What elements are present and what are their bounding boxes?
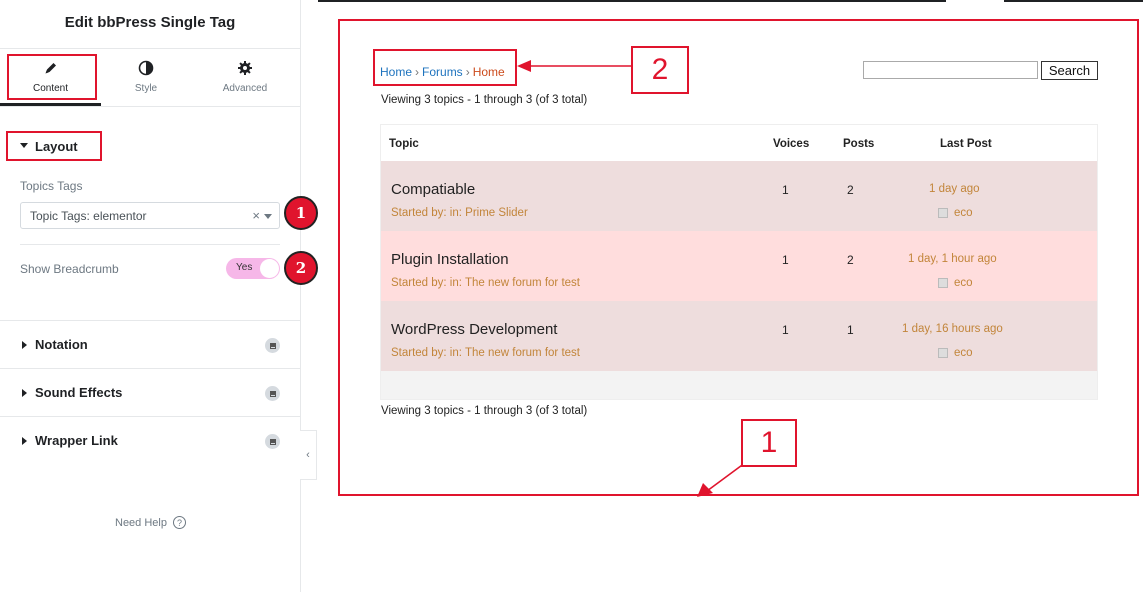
topic-posts: 2 xyxy=(847,253,854,267)
pagination-count-top: Viewing 3 topics - 1 through 3 (of 3 tot… xyxy=(381,94,588,106)
breadcrumb: Home › Forums › Home xyxy=(380,65,505,79)
toggle-knob xyxy=(260,259,279,278)
table-row: Compatiable Started by: in: Prime Slider… xyxy=(381,161,1097,231)
tab-advanced[interactable]: Advanced xyxy=(191,50,299,104)
editor-window: Edit bbPress Single Tag Content Style Ad… xyxy=(0,0,1143,592)
preview-area: Home › Forums › Home 2 Search Viewing 3 topi… xyxy=(318,0,1143,592)
topics-table: Topic Voices Posts Last Post Compatiable… xyxy=(380,124,1098,400)
top-border xyxy=(318,0,946,2)
pro-lock-icon xyxy=(265,338,280,353)
caret-right-icon xyxy=(22,341,27,349)
layout-section-header[interactable]: Layout xyxy=(6,131,102,161)
show-breadcrumb-label: Show Breadcrumb xyxy=(20,262,119,276)
col-posts: Posts xyxy=(843,138,875,150)
panel-title: Edit bbPress Single Tag xyxy=(64,14,236,31)
topic-title[interactable]: Compatiable xyxy=(391,181,475,198)
topic-author-name: eco xyxy=(954,207,973,219)
topic-last-post[interactable]: 1 day ago xyxy=(929,183,980,195)
contrast-icon xyxy=(101,60,191,78)
search-button[interactable]: Search xyxy=(1041,61,1098,80)
topic-meta: Started by: in: The new forum for test xyxy=(391,277,580,289)
section-wrapper-link[interactable]: Wrapper Link xyxy=(0,416,300,464)
collapse-panel-button[interactable]: ‹ xyxy=(300,430,317,480)
topics-table-header: Topic Voices Posts Last Post xyxy=(381,125,1097,161)
avatar xyxy=(938,348,948,358)
table-row: Plugin Installation Started by: in: The … xyxy=(381,231,1097,301)
gear-icon xyxy=(191,60,299,78)
breadcrumb-home[interactable]: Home xyxy=(380,65,412,79)
topic-voices: 1 xyxy=(782,183,789,197)
breadcrumb-forums[interactable]: Forums xyxy=(422,65,463,79)
table-row: WordPress Development Started by: in: Th… xyxy=(381,301,1097,371)
topic-author[interactable]: eco xyxy=(938,347,973,359)
topics-tags-label: Topics Tags xyxy=(20,179,83,193)
topic-author-name: eco xyxy=(954,277,973,289)
breadcrumb-current: Home xyxy=(472,65,505,79)
section-sound-effects[interactable]: Sound Effects xyxy=(0,368,300,416)
question-icon: ? xyxy=(172,516,186,529)
topic-title[interactable]: WordPress Development xyxy=(391,321,557,338)
tab-style[interactable]: Style xyxy=(101,50,191,104)
divider xyxy=(0,106,300,107)
topic-meta: Started by: in: Prime Slider xyxy=(391,207,528,219)
content-tab-highlight xyxy=(7,54,97,100)
annotation-badge-2: 2 xyxy=(284,251,318,285)
annotation-callout-2: 2 xyxy=(631,46,689,94)
topic-posts: 2 xyxy=(847,183,854,197)
divider xyxy=(20,244,280,245)
need-help-link[interactable]: Need Help ? xyxy=(115,516,186,529)
pro-lock-icon xyxy=(265,386,280,401)
caret-right-icon xyxy=(22,437,27,445)
avatar xyxy=(938,278,948,288)
col-topic: Topic xyxy=(389,138,419,150)
breadcrumb-separator: › xyxy=(465,65,470,79)
caret-down-icon xyxy=(20,143,28,148)
topic-voices: 1 xyxy=(782,323,789,337)
chevron-down-icon[interactable] xyxy=(264,214,272,219)
section-notation[interactable]: Notation xyxy=(0,320,300,368)
show-breadcrumb-toggle[interactable]: Yes xyxy=(226,258,280,279)
annotation-callout-1: 1 xyxy=(741,419,797,467)
topic-author-name: eco xyxy=(954,347,973,359)
pagination-count-bottom: Viewing 3 topics - 1 through 3 (of 3 tot… xyxy=(381,405,588,417)
section-notation-label: Notation xyxy=(35,337,88,352)
topic-last-post[interactable]: 1 day, 16 hours ago xyxy=(902,323,1003,335)
topic-voices: 1 xyxy=(782,253,789,267)
topic-posts: 1 xyxy=(847,323,854,337)
tab-advanced-label: Advanced xyxy=(222,83,268,94)
topic-author[interactable]: eco xyxy=(938,207,973,219)
search-input[interactable] xyxy=(863,61,1038,79)
callout-arrow-2 xyxy=(517,60,633,72)
widget-highlight-frame: Home › Forums › Home 2 Search Viewing 3 topi… xyxy=(338,19,1139,497)
topic-author[interactable]: eco xyxy=(938,277,973,289)
clear-icon[interactable]: × xyxy=(252,208,260,223)
editor-sidebar: Edit bbPress Single Tag Content Style Ad… xyxy=(0,0,318,592)
breadcrumb-separator: › xyxy=(415,65,420,79)
tab-style-label: Style xyxy=(134,83,158,94)
top-border xyxy=(1004,0,1143,2)
section-sound-effects-label: Sound Effects xyxy=(35,385,123,400)
caret-right-icon xyxy=(22,389,27,397)
toggle-state-label: Yes xyxy=(236,262,253,273)
pro-lock-icon xyxy=(265,434,280,449)
need-help-label: Need Help xyxy=(115,516,167,529)
layout-section-label: Layout xyxy=(35,139,78,154)
section-wrapper-link-label: Wrapper Link xyxy=(35,433,118,448)
avatar xyxy=(938,208,948,218)
divider xyxy=(0,48,300,49)
panel-tabs: Content Style Advanced xyxy=(0,50,300,106)
chevron-left-icon: ‹ xyxy=(306,449,310,461)
topic-last-post[interactable]: 1 day, 1 hour ago xyxy=(908,253,997,265)
topics-tags-select[interactable]: Topic Tags: elementor × xyxy=(20,202,280,229)
topic-meta: Started by: in: The new forum for test xyxy=(391,347,580,359)
col-last-post: Last Post xyxy=(940,138,992,150)
topics-tags-value: Topic Tags: elementor xyxy=(30,209,147,223)
topic-title[interactable]: Plugin Installation xyxy=(391,251,509,268)
annotation-badge-1: 1 xyxy=(284,196,318,230)
col-voices: Voices xyxy=(773,138,810,150)
